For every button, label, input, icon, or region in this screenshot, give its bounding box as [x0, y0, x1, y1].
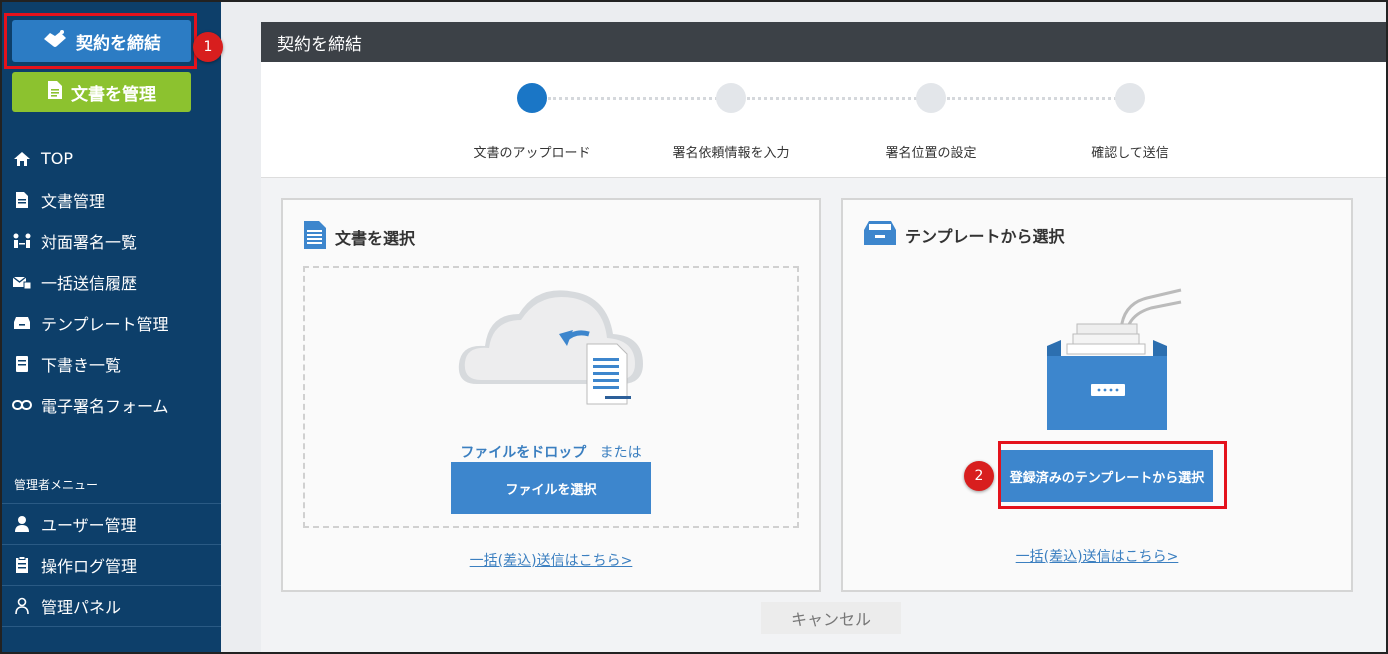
sidebar-item-label: ユーザー管理 — [41, 516, 137, 535]
face-to-face-icon — [12, 231, 32, 251]
drop-text: ファイルをドロップ — [460, 445, 587, 461]
drop-instruction: ファイルをドロップ または — [305, 442, 797, 462]
document-icon — [12, 190, 32, 210]
sidebar-item-drafts[interactable]: 下書き一覧 — [0, 343, 221, 384]
step-dot-confirm — [1115, 83, 1145, 113]
cancel-button[interactable]: キャンセル — [761, 602, 901, 634]
sidebar-item-label: 下書き一覧 — [41, 355, 122, 375]
bulk-send-icon — [12, 272, 32, 292]
sidebar-item-bulk-history[interactable]: 一括送信履歴 — [0, 261, 221, 302]
sidebar-item-label: 文書管理 — [41, 191, 106, 211]
document-list-icon — [303, 220, 327, 254]
admin-nav: ユーザー管理 操作ログ管理 管理パネル — [0, 504, 221, 627]
select-document-card: 文書を選択 ファイルをドロップ または ファイルを選択 一括(差込)送信はこちら… — [281, 198, 821, 592]
log-icon — [12, 555, 32, 575]
card-title-text: テンプレートから選択 — [905, 227, 1065, 246]
step-label: 確認して送信 — [1091, 146, 1169, 161]
user-icon — [12, 514, 32, 534]
template-box-icon — [12, 313, 32, 333]
cloud-upload-icon — [458, 290, 643, 405]
file-dropzone[interactable]: ファイルをドロップ または ファイルを選択 — [303, 266, 799, 528]
template-card: テンプレートから選択 登録済みのテンプレートから選択 一括(差込)送信はこちら> — [841, 198, 1353, 592]
sidebar-item-top[interactable]: TOP — [0, 138, 221, 179]
document-icon — [47, 80, 63, 105]
step-label: 署名位置の設定 — [885, 146, 977, 161]
sidebar: 契約を締結 文書を管理 TOP 文書管理 対面署名一覧 一括送信履歴 テンプレー… — [0, 0, 221, 654]
step-label: 署名依頼情報を入力 — [672, 146, 790, 161]
step-badge-2: 2 — [964, 461, 994, 491]
sidebar-item-label: テンプレート管理 — [41, 314, 169, 334]
sidebar-nav: TOP 文書管理 対面署名一覧 一括送信履歴 テンプレート管理 下書き一覧 電子… — [0, 138, 221, 425]
card-title: 文書を選択 — [303, 220, 415, 254]
step-connector — [548, 97, 718, 100]
step-badge-1: 1 — [193, 32, 223, 62]
main-panel: 契約を締結 文書のアップロード 署名依頼情報を入力 署名位置の設定 確認して送信… — [261, 22, 1388, 654]
manage-docs-button[interactable]: 文書を管理 — [12, 72, 191, 112]
sidebar-item-logs[interactable]: 操作ログ管理 — [0, 545, 221, 586]
sidebar-item-admin-panel[interactable]: 管理パネル — [0, 586, 221, 627]
bulk-send-link[interactable]: 一括(差込)送信はこちら> — [283, 550, 819, 570]
sidebar-item-esign-form[interactable]: 電子署名フォーム — [0, 384, 221, 425]
sidebar-item-label: 一括送信履歴 — [41, 273, 138, 293]
card-title-text: 文書を選択 — [335, 229, 416, 248]
sidebar-item-label: TOP — [41, 149, 74, 168]
progress-steps: 文書のアップロード 署名依頼情報を入力 署名位置の設定 確認して送信 — [261, 62, 1388, 178]
step-connector — [947, 97, 1117, 100]
select-file-button[interactable]: ファイルを選択 — [451, 462, 651, 514]
link-icon — [12, 395, 32, 415]
file-cabinet-icon — [1047, 288, 1182, 430]
step-label: 文書のアップロード — [473, 146, 591, 161]
highlight-box-1 — [4, 13, 197, 69]
card-title: テンプレートから選択 — [863, 220, 1065, 250]
admin-panel-icon — [12, 596, 32, 616]
drop-or-text: または — [599, 445, 642, 461]
step-connector — [747, 97, 917, 100]
sidebar-item-users[interactable]: ユーザー管理 — [0, 504, 221, 545]
admin-menu-heading: 管理者メニュー — [14, 478, 99, 492]
draft-icon — [12, 354, 32, 374]
sidebar-item-label: 操作ログ管理 — [41, 557, 138, 576]
sidebar-item-face-to-face[interactable]: 対面署名一覧 — [0, 220, 221, 261]
sidebar-item-templates[interactable]: テンプレート管理 — [0, 302, 221, 343]
sidebar-item-label: 対面署名一覧 — [41, 232, 138, 252]
bulk-send-link[interactable]: 一括(差込)送信はこちら> — [843, 546, 1351, 566]
sidebar-item-label: 管理パネル — [41, 598, 122, 617]
step-dot-position — [916, 83, 946, 113]
template-box-icon — [863, 220, 897, 250]
step-dot-upload — [517, 83, 547, 113]
highlight-box-2 — [998, 441, 1227, 509]
home-icon — [12, 149, 32, 169]
manage-docs-button-label: 文書を管理 — [71, 84, 156, 105]
page-title: 契約を締結 — [261, 22, 1388, 62]
sidebar-item-documents[interactable]: 文書管理 — [0, 179, 221, 220]
content-area: 文書を選択 ファイルをドロップ または ファイルを選択 一括(差込)送信はこちら… — [261, 178, 1388, 654]
step-dot-info — [716, 83, 746, 113]
sidebar-item-label: 電子署名フォーム — [41, 396, 169, 416]
